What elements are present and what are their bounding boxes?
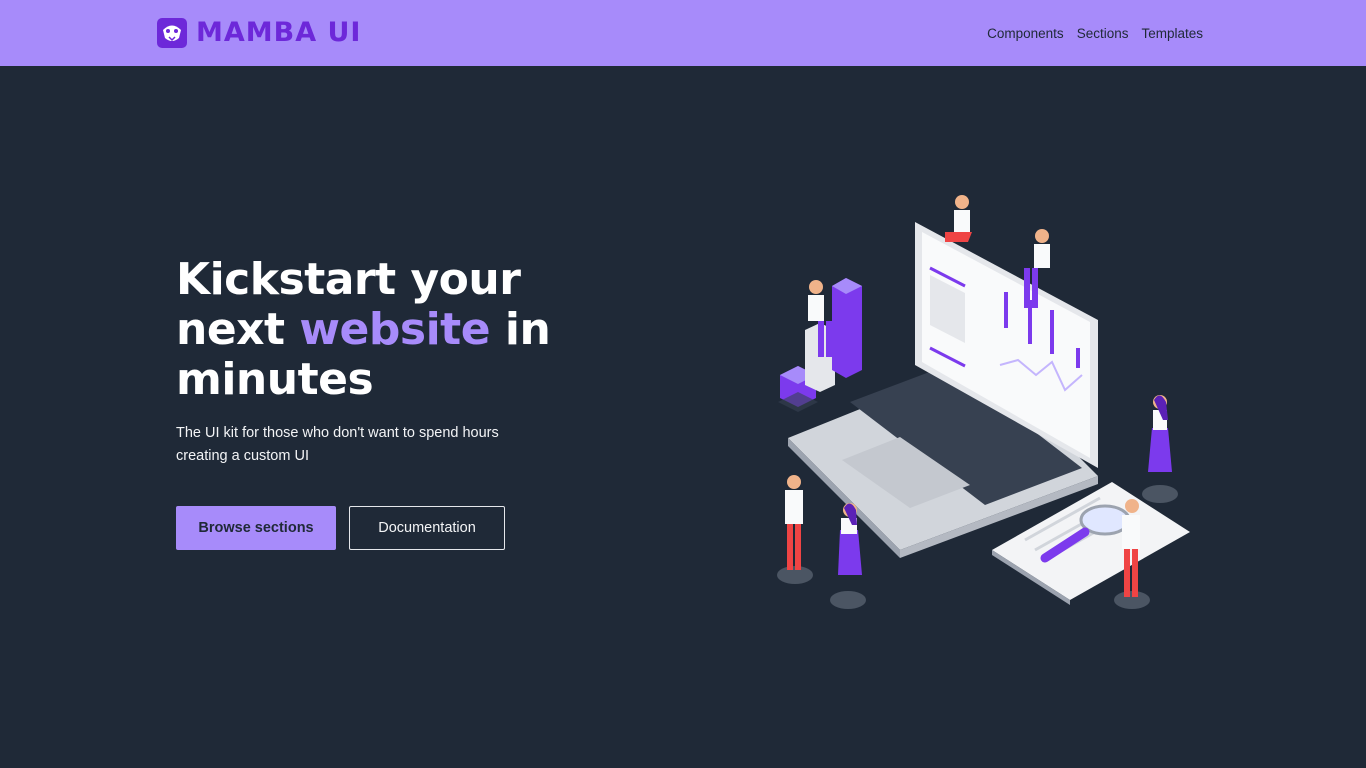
logo-text: MAMBA UI <box>196 17 362 48</box>
nav-link-templates[interactable]: Templates <box>1141 25 1203 43</box>
navbar: MAMBA UI Components Sections Templates <box>0 0 1366 66</box>
nav-link-sections[interactable]: Sections <box>1077 25 1129 43</box>
logo[interactable]: MAMBA UI <box>157 17 361 48</box>
documentation-button[interactable]: Documentation <box>349 506 505 550</box>
nav-links: Components Sections Templates <box>987 25 1203 43</box>
browse-sections-button[interactable]: Browse sections <box>176 506 336 550</box>
hero-title-accent: website <box>299 304 491 355</box>
nav-link-components[interactable]: Components <box>987 25 1064 43</box>
hero-illustration <box>777 195 1190 609</box>
laptop <box>788 222 1098 558</box>
hero-subtitle: The UI kit for those who don't want to s… <box>176 425 499 464</box>
hero-title: Kickstart your next website in minutes <box>176 255 596 405</box>
snake-logo-icon <box>157 17 187 48</box>
